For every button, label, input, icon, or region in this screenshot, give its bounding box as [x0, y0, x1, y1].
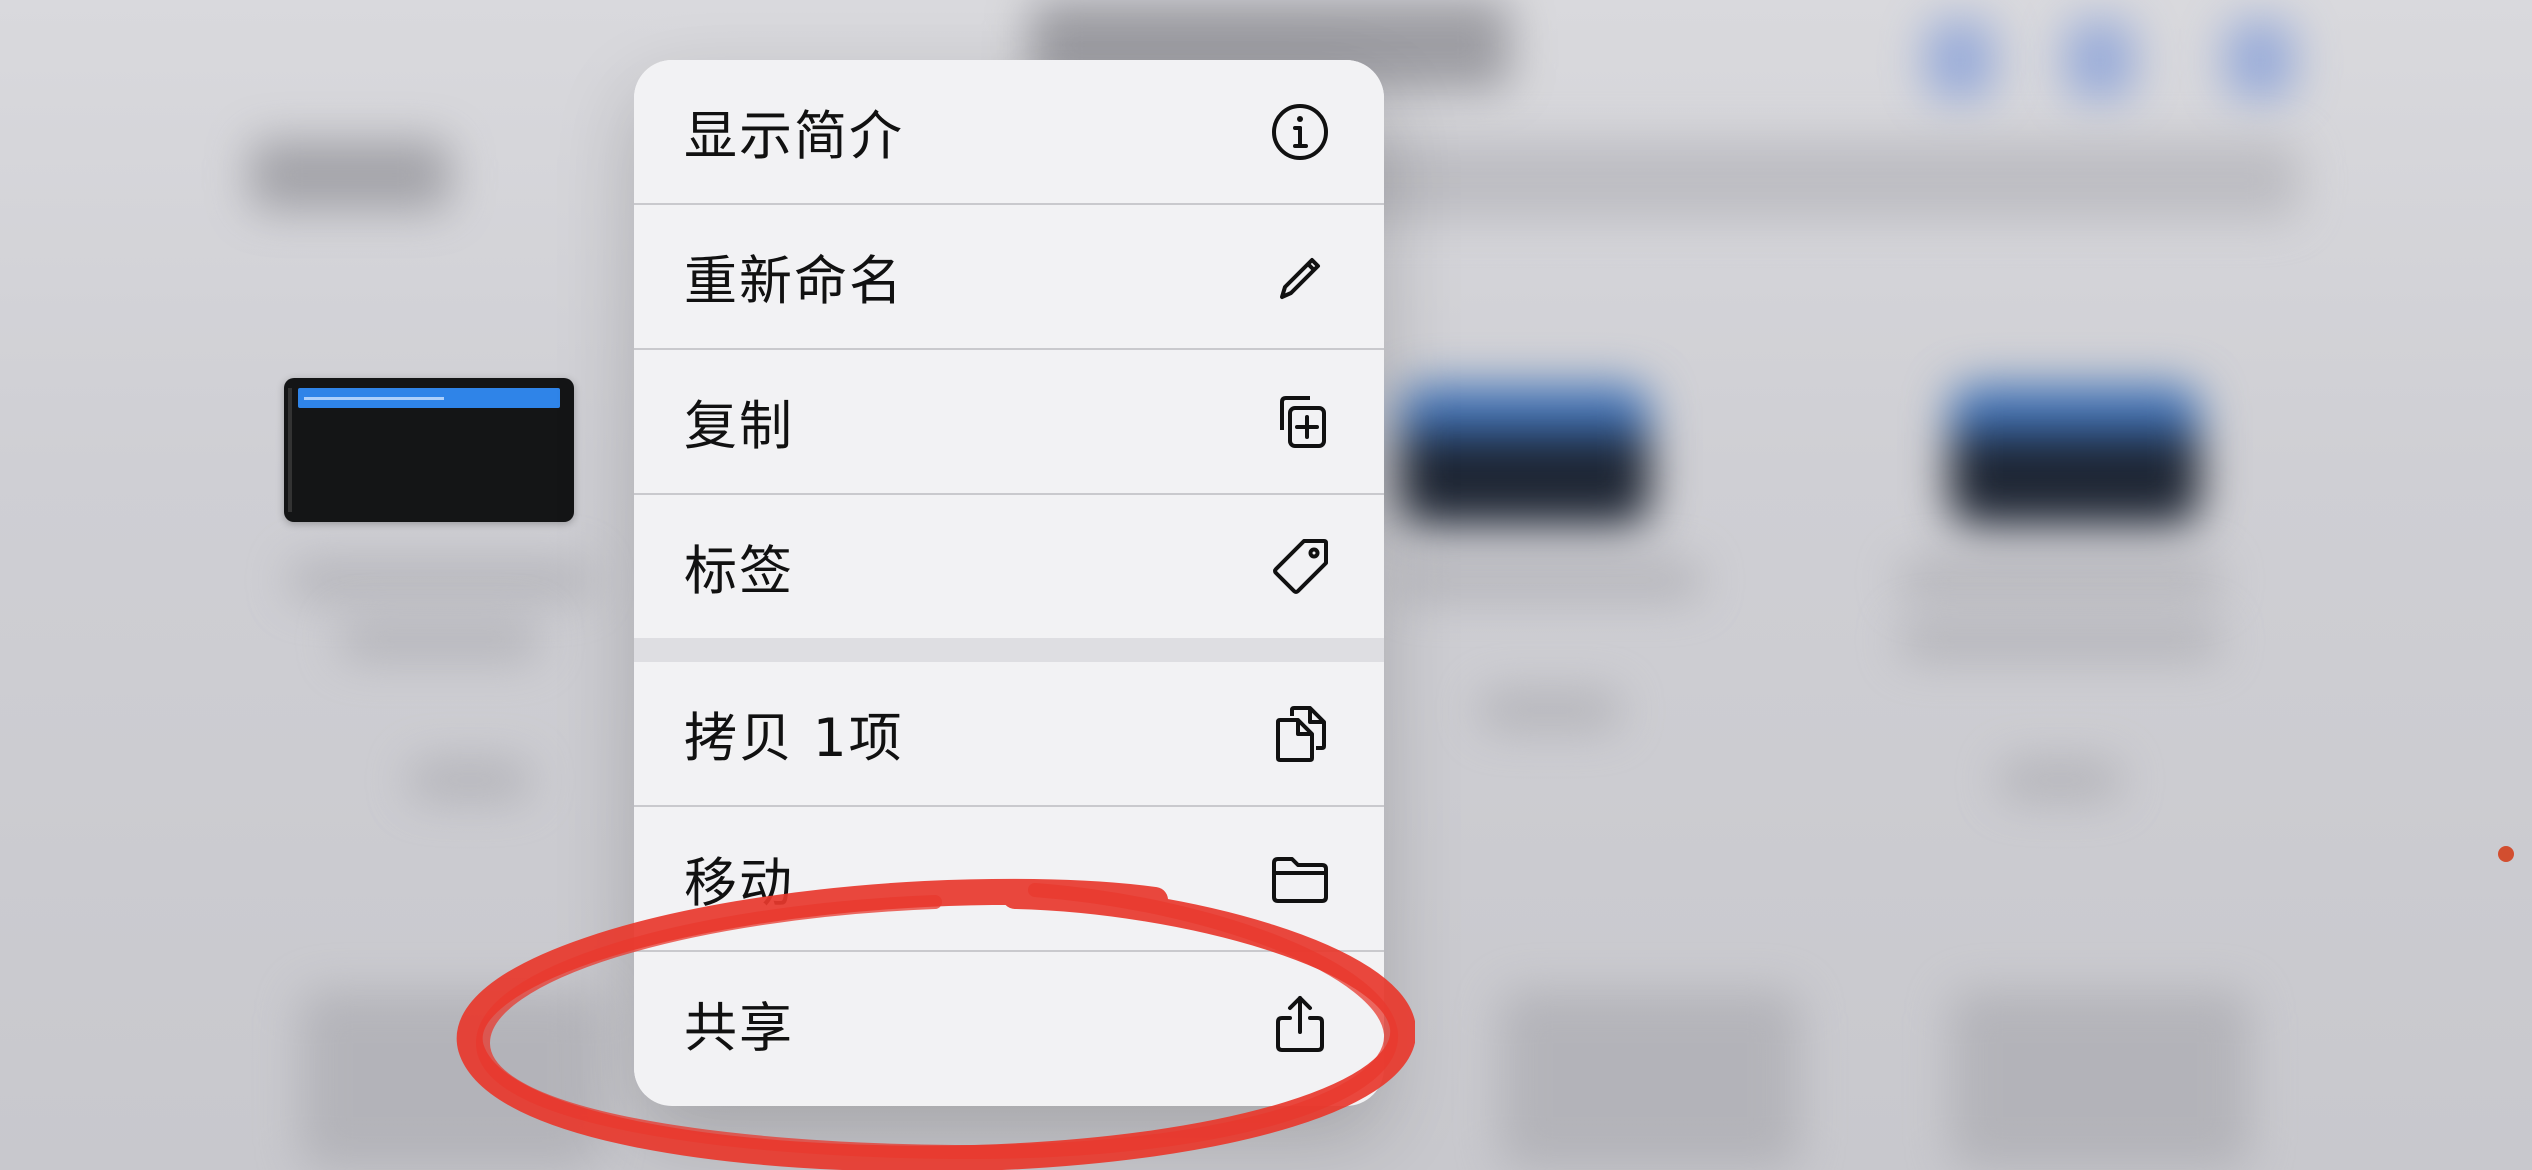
menu-item-label: 移动 — [684, 852, 794, 914]
menu-item-label: 重新命名 — [684, 250, 904, 312]
blurred-sidebar-label — [250, 140, 450, 210]
context-menu: 显示简介 重新命名 复制 标签 拷贝 1项 移动 共享 — [634, 60, 1384, 1106]
blurred-file-caption — [340, 620, 540, 660]
folder-icon — [1268, 847, 1332, 911]
blurred-bottom-item — [1500, 990, 1800, 1170]
menu-section-separator — [634, 638, 1384, 662]
menu-item-label: 拷贝 1项 — [684, 707, 904, 769]
blurred-search-bar — [1300, 140, 2300, 220]
thumbnail-waveform — [304, 397, 444, 400]
red-dot-marker — [2498, 846, 2514, 862]
copy-documents-icon — [1268, 702, 1332, 766]
menu-item-label: 标签 — [684, 540, 794, 602]
pencil-icon — [1268, 245, 1332, 309]
blurred-file-caption — [1400, 560, 1700, 600]
menu-item-tags[interactable]: 标签 — [634, 495, 1384, 638]
blurred-file-caption — [1480, 690, 1620, 730]
menu-item-move[interactable]: 移动 — [634, 807, 1384, 950]
blurred-file-thumbnail — [1400, 385, 1650, 525]
menu-item-label: 共享 — [684, 997, 794, 1059]
blurred-file-caption — [410, 760, 530, 800]
blurred-toolbar-icon — [2225, 20, 2295, 100]
info-circle-icon — [1268, 100, 1332, 164]
duplicate-plus-icon — [1268, 390, 1332, 454]
blurred-file-thumbnail — [1950, 385, 2200, 525]
blurred-file-caption — [290, 560, 590, 600]
menu-item-duplicate[interactable]: 复制 — [634, 350, 1384, 493]
blurred-toolbar-icon — [1925, 20, 1995, 100]
blurred-file-caption — [1900, 620, 2220, 660]
blurred-bottom-item — [300, 990, 600, 1170]
share-icon — [1268, 992, 1332, 1056]
menu-item-get-info[interactable]: 显示简介 — [634, 60, 1384, 203]
blurred-bottom-item — [1950, 990, 2250, 1170]
menu-item-label: 复制 — [684, 395, 794, 457]
menu-item-share[interactable]: 共享 — [634, 952, 1384, 1095]
thumbnail-edge-marker — [288, 388, 292, 512]
blurred-file-caption — [1900, 560, 2220, 600]
menu-item-copy[interactable]: 拷贝 1项 — [634, 662, 1384, 805]
menu-item-rename[interactable]: 重新命名 — [634, 205, 1384, 348]
menu-item-label: 显示简介 — [684, 105, 904, 167]
blurred-toolbar-icon — [2065, 20, 2135, 100]
blurred-file-caption — [2000, 760, 2120, 800]
selected-file-thumbnail[interactable] — [284, 378, 574, 522]
tag-icon — [1268, 535, 1332, 599]
